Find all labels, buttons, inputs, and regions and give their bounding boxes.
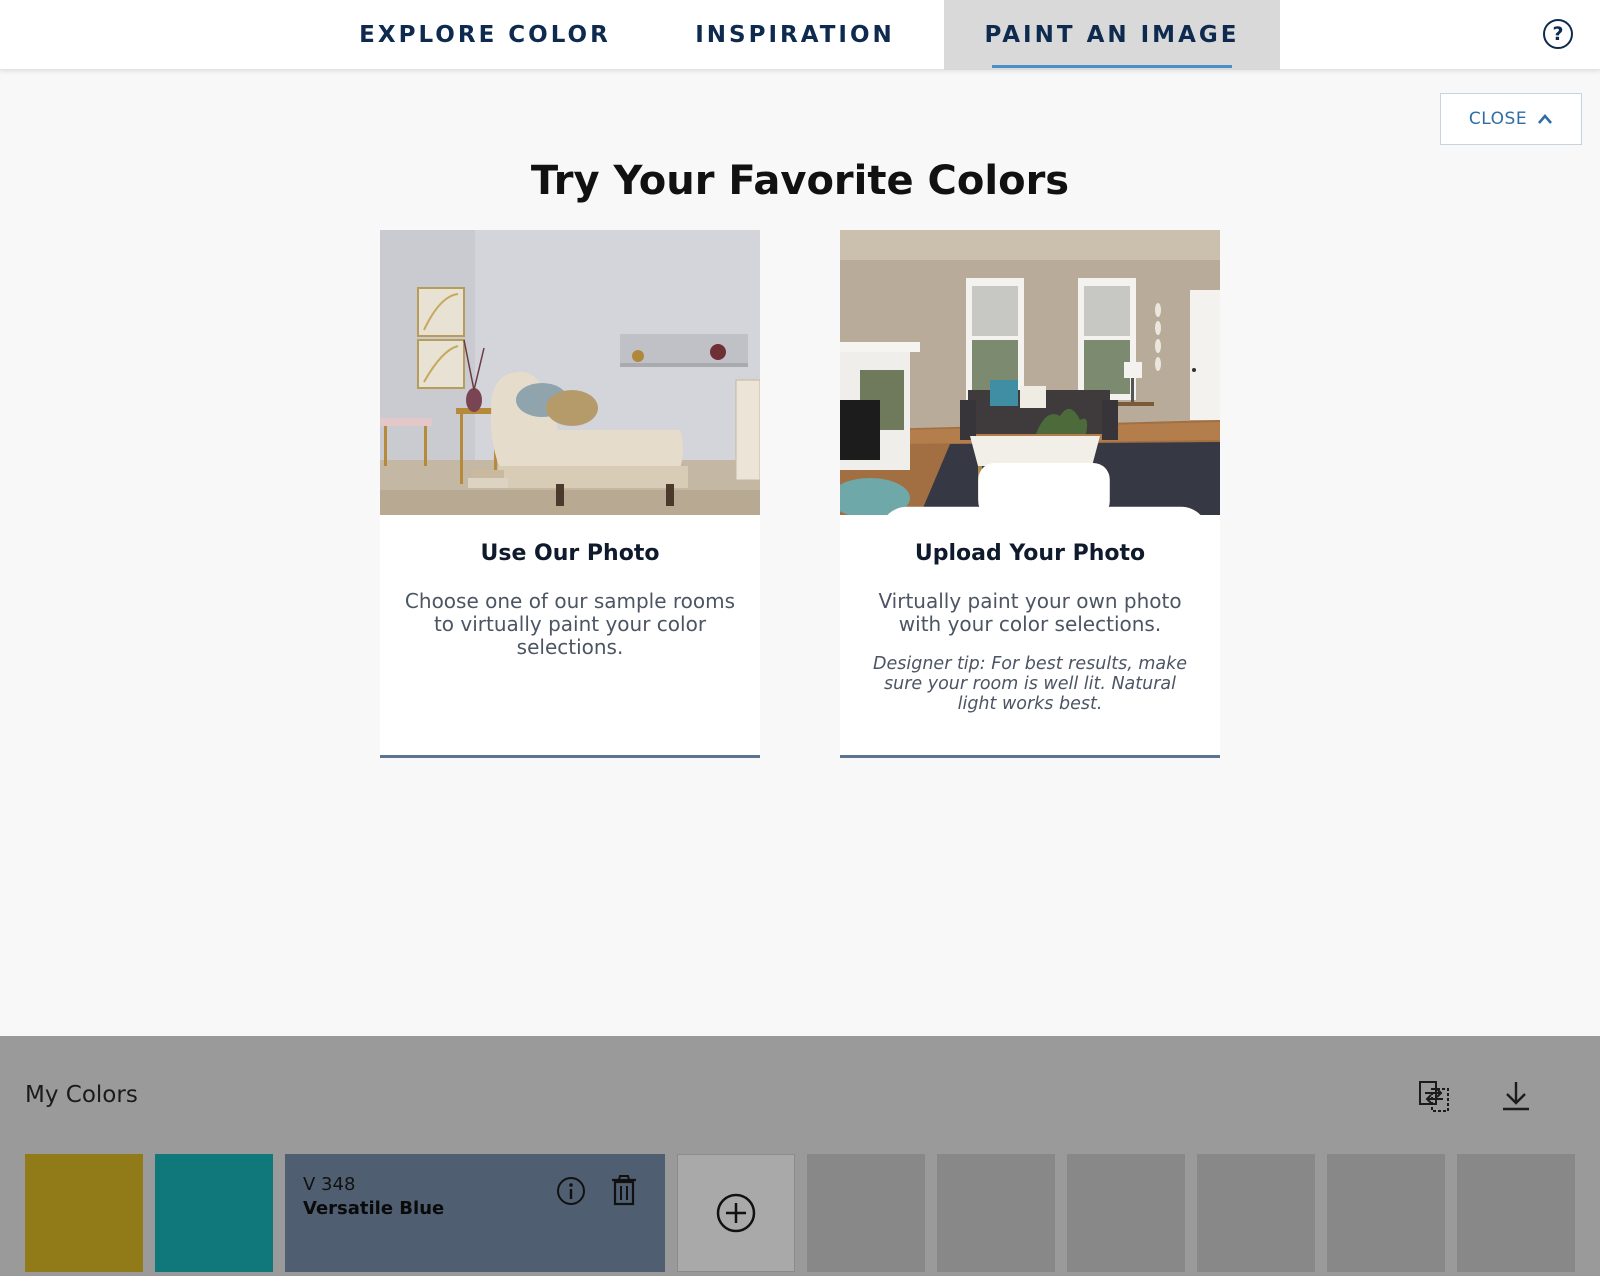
tab-paint-an-image-label: PAINT AN IMAGE bbox=[984, 22, 1240, 48]
color-code: V 348 bbox=[303, 1174, 356, 1195]
active-tab-indicator bbox=[992, 65, 1232, 68]
sample-room-photo bbox=[380, 230, 760, 515]
upload-room-photo bbox=[840, 230, 1220, 515]
close-button[interactable]: CLOSE bbox=[1440, 93, 1582, 145]
download-icon[interactable] bbox=[1499, 1079, 1533, 1113]
card-title: Upload Your Photo bbox=[914, 541, 1146, 566]
use-our-photo-card[interactable]: Use Our Photo Choose one of our sample r… bbox=[380, 230, 760, 758]
page-title: Try Your Favorite Colors bbox=[530, 158, 1070, 204]
color-swatch-selected[interactable]: V 348 Versatile Blue bbox=[285, 1154, 665, 1272]
camera-icon bbox=[887, 462, 1201, 515]
question-circle-icon[interactable]: ? bbox=[1543, 19, 1573, 49]
plus-circle-icon bbox=[716, 1193, 756, 1233]
tab-paint-an-image[interactable]: PAINT AN IMAGE bbox=[944, 0, 1280, 70]
color-swatch-gold[interactable] bbox=[25, 1154, 143, 1272]
top-navigation: EXPLORE COLOR INSPIRATION PAINT AN IMAGE… bbox=[0, 0, 1600, 70]
empty-color-slot[interactable] bbox=[937, 1154, 1055, 1272]
add-color-button[interactable] bbox=[677, 1154, 795, 1272]
card-description: Virtually paint your own photo with your… bbox=[878, 589, 1182, 636]
empty-color-slot[interactable] bbox=[1197, 1154, 1315, 1272]
trash-icon[interactable] bbox=[610, 1174, 638, 1206]
card-title: Use Our Photo bbox=[480, 541, 660, 566]
chevron-up-icon bbox=[1538, 114, 1553, 124]
empty-color-slot[interactable] bbox=[1327, 1154, 1445, 1272]
close-button-label: CLOSE bbox=[1468, 109, 1528, 129]
empty-color-slot[interactable] bbox=[1457, 1154, 1575, 1272]
designer-tip: Designer tip: For best results, make sur… bbox=[873, 654, 1187, 714]
color-swatch-teal[interactable] bbox=[155, 1154, 273, 1272]
upload-your-photo-card[interactable]: Upload Your Photo Virtually paint your o… bbox=[840, 230, 1220, 758]
empty-color-slot[interactable] bbox=[807, 1154, 925, 1272]
compare-icon[interactable] bbox=[1417, 1079, 1451, 1113]
empty-color-slot[interactable] bbox=[1067, 1154, 1185, 1272]
tab-explore-color[interactable]: EXPLORE COLOR bbox=[340, 0, 630, 70]
tray-title: My Colors bbox=[25, 1082, 138, 1108]
sample-room-image bbox=[380, 230, 760, 515]
card-description: Choose one of our sample rooms to virtua… bbox=[404, 589, 736, 659]
info-icon[interactable] bbox=[556, 1176, 586, 1206]
tab-inspiration[interactable]: INSPIRATION bbox=[660, 0, 930, 70]
color-name: Versatile Blue bbox=[303, 1198, 445, 1219]
